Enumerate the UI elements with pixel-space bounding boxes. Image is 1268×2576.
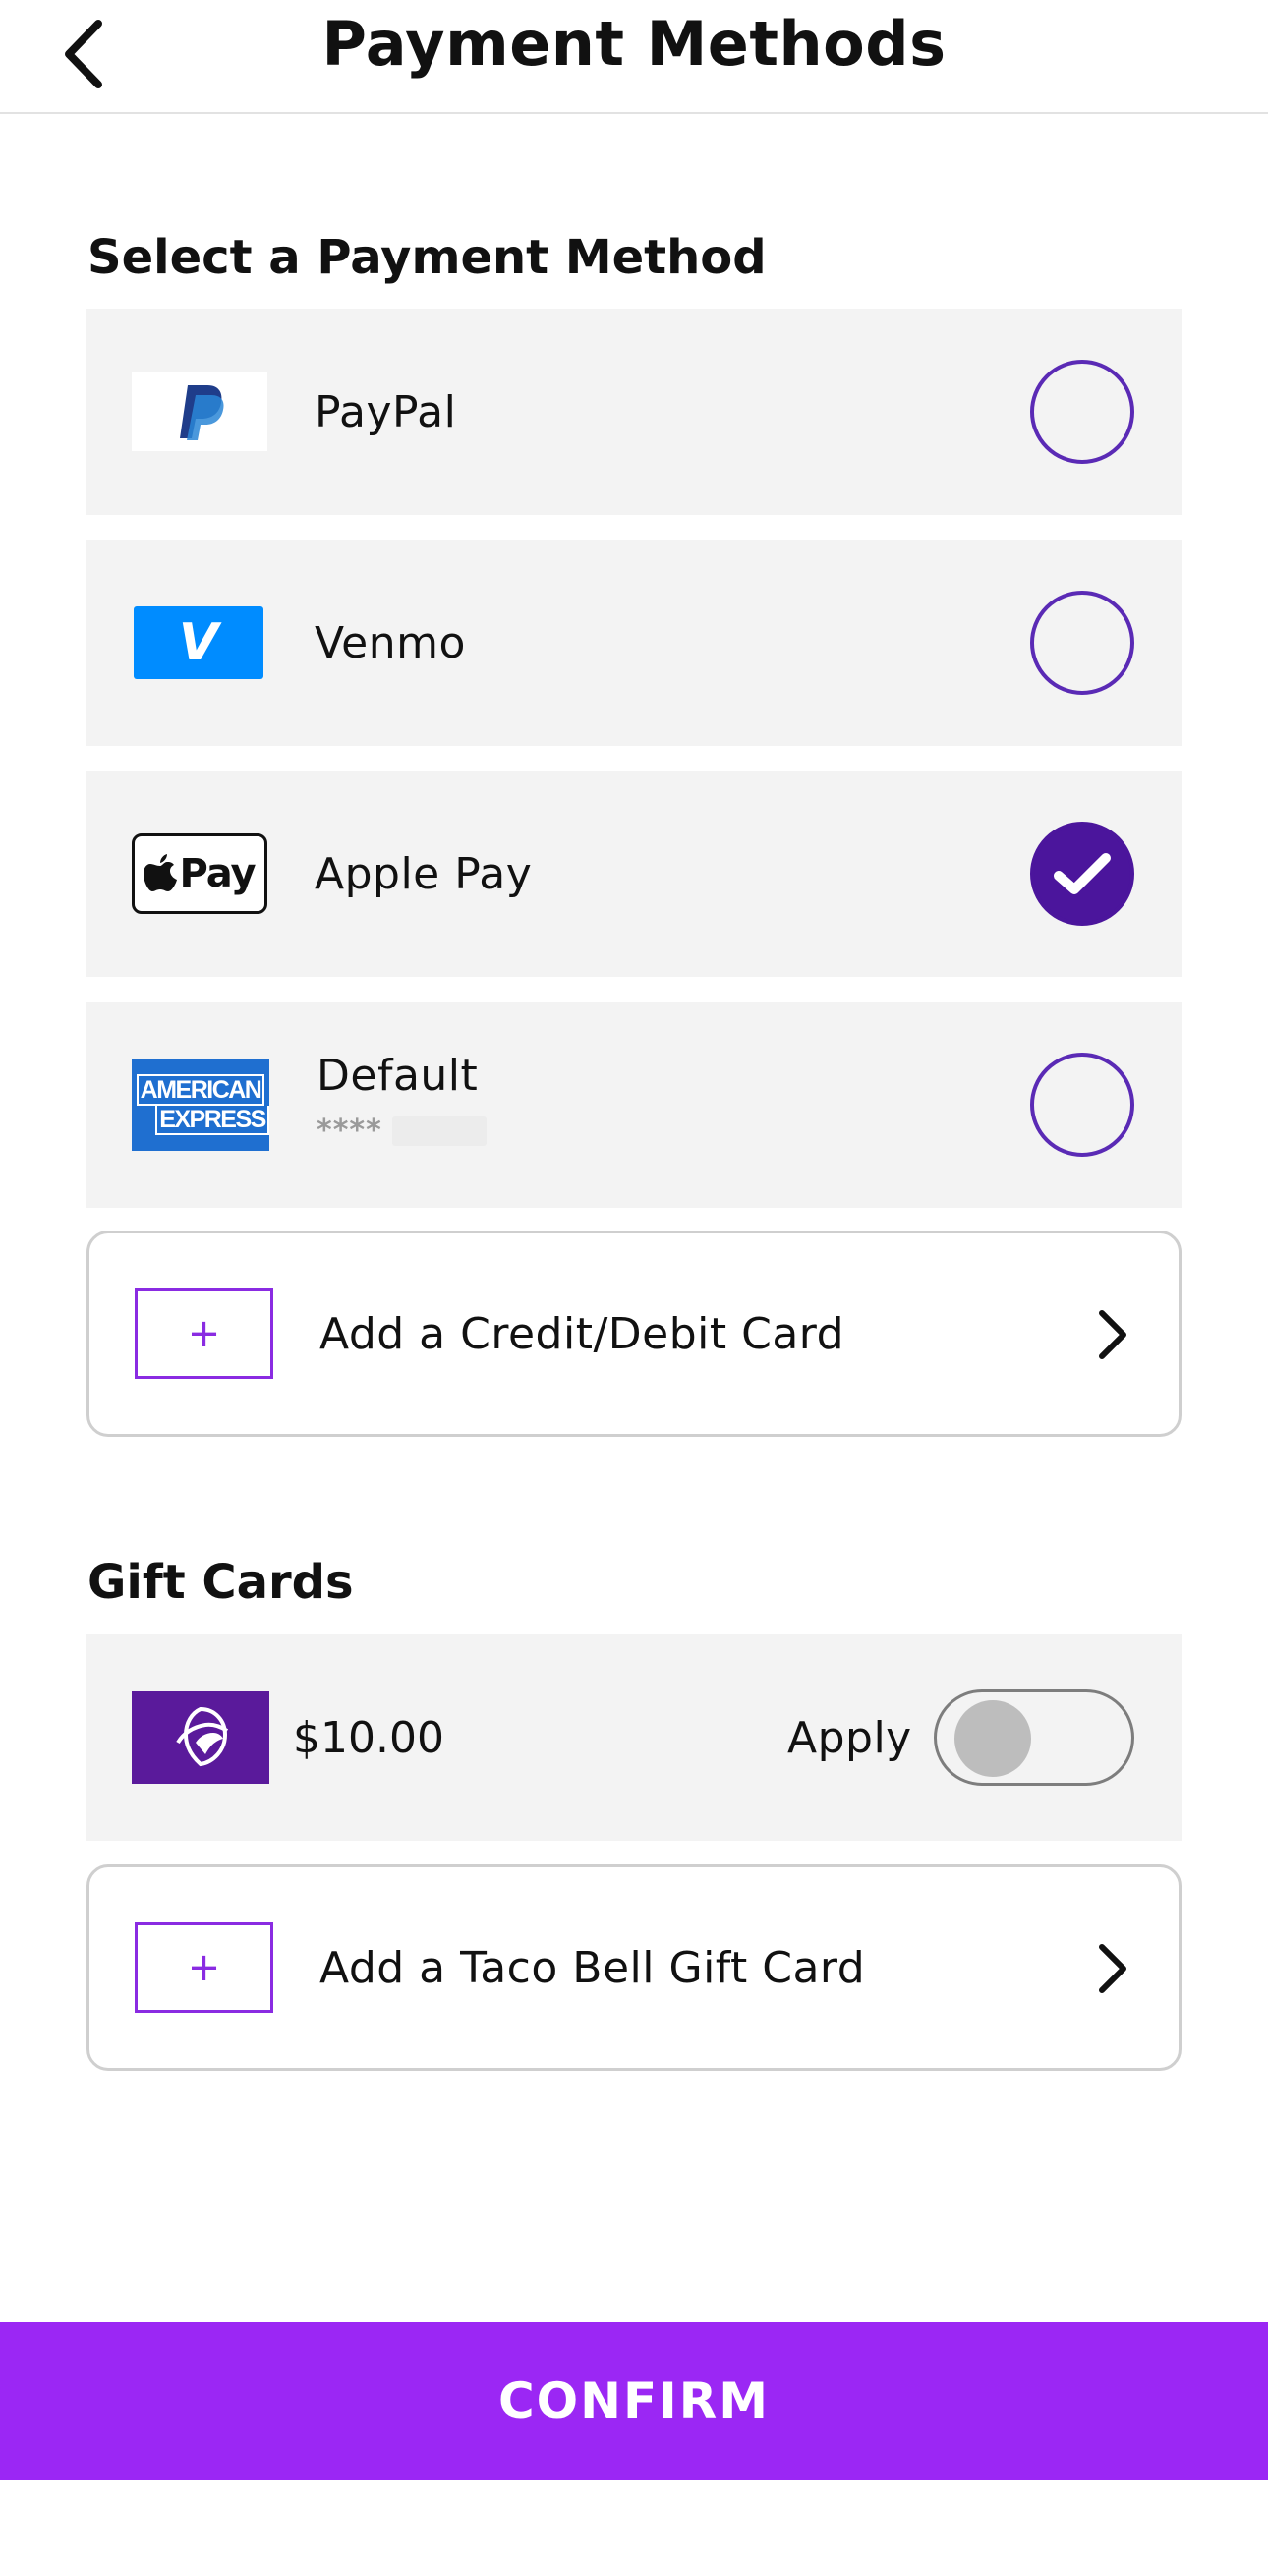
venmo-logo: V	[134, 606, 263, 679]
plus-icon: +	[135, 1922, 273, 2013]
radio-paypal[interactable]	[1030, 360, 1134, 464]
chevron-right-icon	[1088, 1304, 1137, 1365]
amex-logo-line2: EXPRESS	[155, 1106, 269, 1135]
toggle-knob	[954, 1700, 1031, 1777]
paypal-logo	[132, 372, 267, 451]
payment-method-label: Apple Pay	[315, 848, 533, 899]
payment-method-paypal[interactable]: PayPal	[86, 309, 1182, 515]
confirm-button[interactable]: CONFIRM	[0, 2322, 1268, 2480]
radio-venmo[interactable]	[1030, 591, 1134, 695]
masked-card-stars: ****	[317, 1114, 382, 1148]
apply-toggle[interactable]	[934, 1689, 1134, 1786]
add-credit-card-button[interactable]: + Add a Credit/Debit Card	[86, 1231, 1182, 1437]
add-gift-card-button[interactable]: + Add a Taco Bell Gift Card	[86, 1864, 1182, 2071]
apple-icon	[144, 854, 178, 891]
redacted-card-digits	[391, 1116, 487, 1146]
radio-default-card[interactable]	[1030, 1053, 1134, 1157]
amex-logo-line1: AMERICAN	[136, 1074, 265, 1106]
apple-pay-logo: Pay	[132, 833, 267, 914]
payment-method-venmo[interactable]: V Venmo	[86, 540, 1182, 746]
add-gift-card-label: Add a Taco Bell Gift Card	[319, 1942, 866, 1993]
masked-card-number: ****	[317, 1114, 487, 1148]
gift-card-amount: $10.00	[293, 1712, 444, 1763]
amex-logo: AMERICAN EXPRESS	[132, 1059, 269, 1151]
chevron-right-icon	[1088, 1938, 1137, 1999]
venmo-logo-text: V	[178, 613, 219, 672]
payment-method-label: Default	[317, 1051, 479, 1101]
payment-method-label: PayPal	[315, 386, 457, 437]
page-title: Payment Methods	[321, 8, 947, 80]
plus-icon: +	[135, 1288, 273, 1379]
header: Payment Methods	[0, 0, 1268, 114]
add-credit-card-label: Add a Credit/Debit Card	[319, 1308, 845, 1359]
payment-method-default-card[interactable]: AMERICAN EXPRESS Default ****	[86, 1002, 1182, 1208]
taco-bell-logo	[132, 1691, 269, 1784]
section-title-payment: Select a Payment Method	[87, 230, 767, 285]
apply-label: Apply	[787, 1712, 912, 1763]
payment-method-apple-pay[interactable]: Pay Apple Pay	[86, 771, 1182, 977]
radio-apple-pay[interactable]	[1030, 822, 1134, 926]
gift-card-row: $10.00 Apply	[86, 1634, 1182, 1841]
payment-method-label: Venmo	[315, 617, 466, 668]
apple-pay-logo-text: Pay	[179, 851, 256, 896]
checkmark-icon	[1054, 853, 1111, 894]
section-title-gift-cards: Gift Cards	[87, 1555, 354, 1610]
